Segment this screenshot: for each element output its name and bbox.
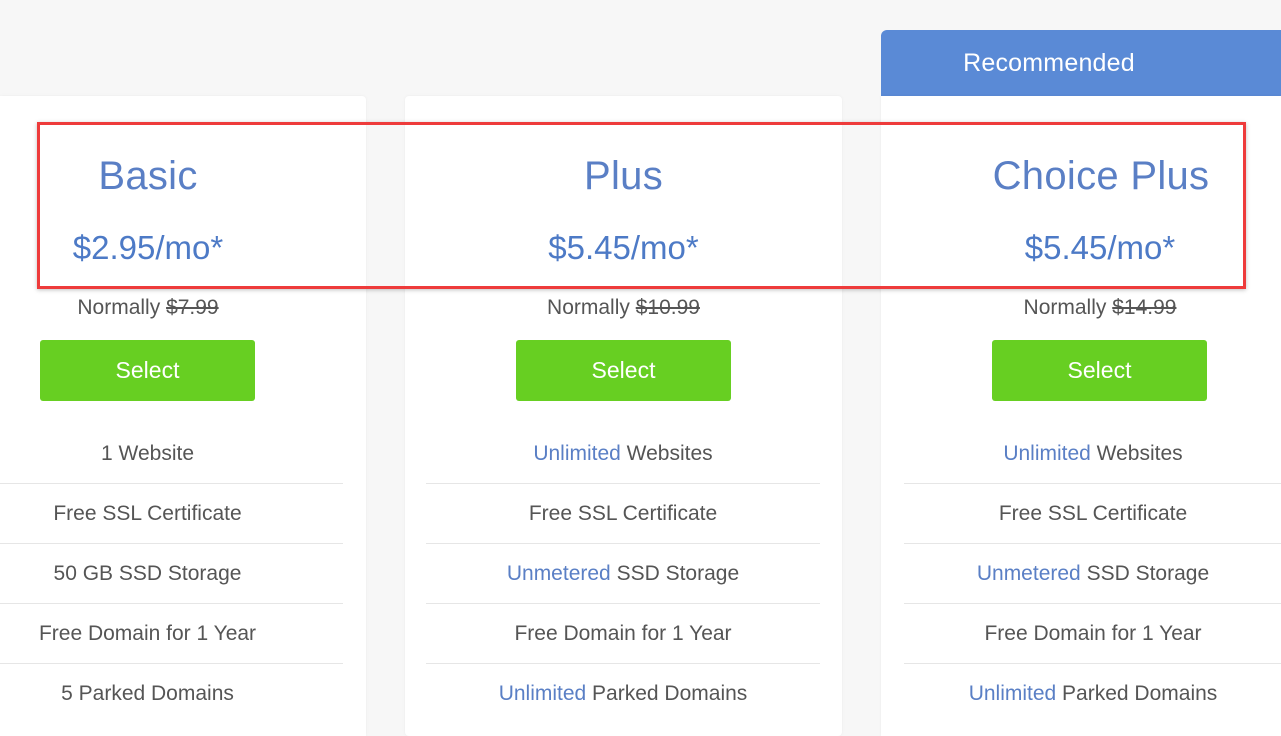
feature-text: SSD Storage — [1080, 562, 1210, 585]
feature-text: Free Domain for 1 Year — [984, 622, 1202, 645]
feature-text: Parked Domains — [586, 682, 748, 705]
feature-text: Free SSL Certificate — [528, 502, 718, 525]
original-price: $10.99 — [635, 296, 700, 319]
feature-text: Free SSL Certificate — [998, 502, 1188, 525]
original-price: $7.99 — [166, 296, 219, 319]
feature-item: 50 GB SSD Storage — [0, 544, 343, 604]
recommended-label: Recommended — [963, 48, 1135, 77]
feature-item: Unlimited Websites — [904, 424, 1281, 484]
feature-list: 1 Website Free SSL Certificate 50 GB SSD… — [0, 424, 343, 723]
normal-price: Normally $10.99 — [405, 296, 842, 320]
feature-item: Free SSL Certificate — [426, 484, 820, 544]
feature-text: SSD Storage — [610, 562, 740, 585]
plan-price: $5.45/mo* — [1024, 229, 1176, 266]
plan-price: $2.95/mo* — [72, 229, 224, 266]
recommended-banner: Recommended — [881, 30, 1281, 96]
feature-highlight: Unmetered — [506, 562, 611, 585]
normal-price: Normally $14.99 — [919, 296, 1281, 320]
normally-label: Normally — [547, 296, 630, 319]
normally-label: Normally — [77, 296, 161, 319]
select-plus-button[interactable]: Select — [516, 340, 731, 401]
plan-price: $5.45/mo* — [548, 229, 699, 266]
normally-label: Normally — [1023, 296, 1107, 319]
normal-price: Normally $7.99 — [0, 296, 366, 320]
feature-item: Free Domain for 1 Year — [426, 604, 820, 664]
plan-card-plus: Plus $5.45/mo* Normally $10.99 Select Un… — [405, 96, 842, 736]
feature-item: Unmetered SSD Storage — [426, 544, 820, 604]
feature-list: Unlimited Websites Free SSL Certificate … — [426, 424, 820, 723]
feature-text: Parked Domains — [1056, 682, 1218, 705]
feature-highlight: Unlimited — [533, 442, 621, 465]
feature-text: Free SSL Certificate — [53, 502, 242, 525]
feature-text: Websites — [1090, 442, 1183, 465]
select-basic-button[interactable]: Select — [40, 340, 255, 401]
feature-item: 1 Website — [0, 424, 343, 484]
feature-highlight: Unlimited — [968, 682, 1057, 705]
feature-item: Unlimited Parked Domains — [426, 664, 820, 723]
select-choice-plus-button[interactable]: Select — [992, 340, 1207, 401]
feature-item: Unmetered SSD Storage — [904, 544, 1281, 604]
feature-text: Free Domain for 1 Year — [514, 622, 732, 645]
feature-item: Unlimited Websites — [426, 424, 820, 484]
feature-text: Websites — [620, 442, 713, 465]
plan-name: Basic — [98, 154, 198, 198]
feature-text: 5 Parked Domains — [61, 682, 234, 705]
feature-item: Free Domain for 1 Year — [904, 604, 1281, 664]
feature-text: 50 GB SSD Storage — [53, 562, 242, 585]
feature-item: Free Domain for 1 Year — [0, 604, 343, 664]
feature-item: Unlimited Parked Domains — [904, 664, 1281, 723]
feature-text: Free Domain for 1 Year — [38, 622, 257, 645]
feature-text: 1 Website — [101, 442, 194, 465]
feature-highlight: Unlimited — [498, 682, 587, 705]
plan-name: Choice Plus — [992, 154, 1210, 198]
original-price: $14.99 — [1112, 296, 1177, 319]
plan-card-basic: Basic $2.95/mo* Normally $7.99 Select 1 … — [0, 96, 366, 736]
feature-item: Free SSL Certificate — [904, 484, 1281, 544]
feature-item: Free SSL Certificate — [0, 484, 343, 544]
feature-highlight: Unmetered — [976, 562, 1081, 585]
plan-card-choice-plus: Choice Plus $5.45/mo* Normally $14.99 Se… — [881, 96, 1281, 736]
feature-list: Unlimited Websites Free SSL Certificate … — [904, 424, 1281, 723]
plan-name: Plus — [583, 154, 663, 198]
feature-item: 5 Parked Domains — [0, 664, 343, 723]
feature-highlight: Unlimited — [1003, 442, 1091, 465]
